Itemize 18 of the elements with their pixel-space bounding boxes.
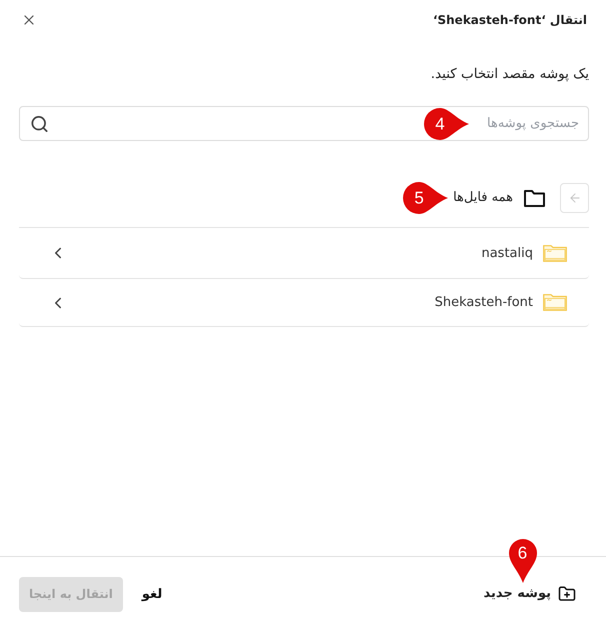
callout-marker: 5 [403, 182, 448, 214]
instruction-text: یک پوشه مقصد انتخاب کنید. [430, 65, 589, 84]
folder-icon [543, 244, 567, 262]
breadcrumb-label[interactable]: همه فایل‌ها [453, 189, 513, 207]
folder-icon [524, 190, 545, 206]
arrow-left-icon [568, 191, 582, 205]
callout-marker: 4 [424, 108, 469, 140]
folder-icon [543, 294, 567, 311]
folder-plus-icon [558, 585, 576, 603]
folder-row[interactable]: Shekasteh-font [19, 279, 589, 327]
cancel-button[interactable]: لغو [142, 586, 162, 602]
search-icon [30, 114, 49, 133]
dialog-title: انتقال ‘Shekasteh-font‘ [432, 13, 587, 27]
callout-marker: 6 [508, 539, 536, 583]
folder-row[interactable]: nastaliq [19, 228, 589, 279]
folder-name: nastaliq [481, 246, 533, 260]
folder-name: Shekasteh-font [434, 295, 533, 310]
new-folder-button[interactable]: پوشه جدید [484, 584, 576, 604]
